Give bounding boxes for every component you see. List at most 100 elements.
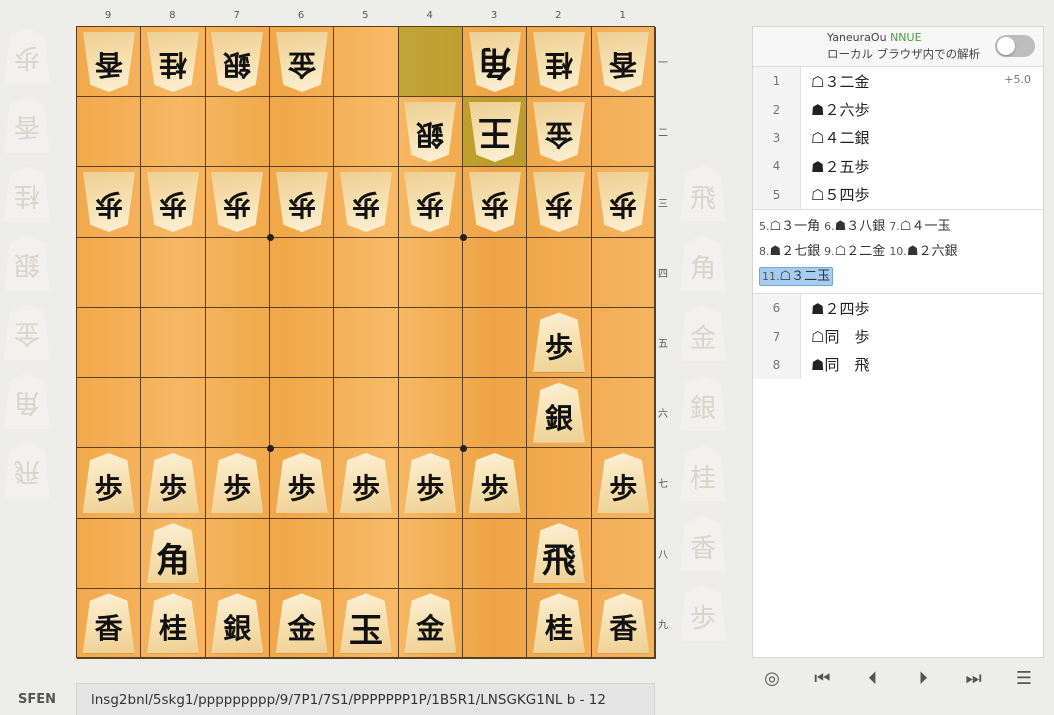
board-square[interactable] — [463, 588, 528, 659]
board-square[interactable]: 銀 — [527, 378, 592, 449]
board-square[interactable] — [141, 237, 206, 308]
board-square[interactable]: 銀 — [205, 588, 270, 659]
board-square[interactable] — [77, 518, 142, 589]
gote-piece[interactable]: 金 — [533, 102, 585, 162]
board-square[interactable]: 歩 — [334, 448, 399, 519]
board-square[interactable]: 角 — [141, 518, 206, 589]
board-square[interactable] — [141, 378, 206, 449]
board-square[interactable] — [334, 518, 399, 589]
board-square[interactable] — [77, 307, 142, 379]
board-square[interactable] — [463, 378, 528, 449]
board-square[interactable]: 金 — [270, 588, 335, 659]
board-square[interactable] — [205, 518, 270, 589]
sente-piece[interactable]: 銀 — [211, 593, 264, 654]
sente-piece[interactable]: 歩 — [597, 452, 650, 513]
sfen-input[interactable] — [76, 683, 655, 715]
variation-move[interactable]: 6.☗３八銀 — [824, 219, 885, 234]
gote-piece[interactable]: 桂 — [533, 32, 585, 92]
board-square[interactable]: 歩 — [463, 448, 528, 519]
board-square[interactable] — [334, 307, 399, 379]
board-square[interactable]: 歩 — [77, 167, 142, 238]
move-row[interactable]: 1 ☖３二金 +5.0 — [753, 67, 1043, 96]
variation-move[interactable]: 5.☖３一角 — [759, 219, 820, 234]
board-square[interactable] — [205, 237, 270, 308]
board-square[interactable]: 金 — [398, 588, 463, 659]
board-square[interactable] — [141, 97, 206, 168]
gote-piece[interactable]: 香 — [597, 32, 649, 92]
sente-piece[interactable]: 金 — [404, 593, 457, 654]
board-square[interactable] — [77, 378, 142, 449]
variation-move[interactable]: 7.☖４一玉 — [889, 219, 950, 234]
board-square[interactable]: 歩 — [527, 167, 592, 238]
sente-piece[interactable]: 桂 — [532, 593, 585, 654]
board-square[interactable]: 銀 — [398, 97, 463, 168]
sente-piece[interactable]: 香 — [597, 593, 650, 654]
engine-toggle[interactable] — [995, 35, 1035, 57]
board-square[interactable] — [398, 378, 463, 449]
move-row[interactable]: 3 ☖４二銀 — [753, 123, 1043, 153]
move-row[interactable]: 4 ☗２五歩 — [753, 152, 1043, 181]
first-move-icon[interactable]: ⏮ — [808, 664, 836, 692]
sente-piece[interactable]: 銀 — [532, 382, 585, 443]
board-square[interactable]: 歩 — [77, 448, 142, 519]
board-square[interactable] — [205, 378, 270, 449]
sente-piece[interactable]: 玉 — [339, 593, 392, 654]
gote-piece[interactable]: 歩 — [340, 172, 392, 232]
gote-piece[interactable]: 角 — [469, 32, 521, 92]
sente-piece[interactable]: 飛 — [532, 523, 585, 584]
gote-piece[interactable]: 王 — [469, 102, 521, 162]
board-square[interactable]: 歩 — [141, 448, 206, 519]
board-square[interactable] — [527, 237, 592, 308]
board-square[interactable] — [270, 237, 335, 308]
move-row[interactable]: 5 ☖５四歩 — [753, 180, 1043, 209]
board-square[interactable]: 歩 — [591, 167, 656, 238]
last-move-icon[interactable]: ⏭ — [960, 664, 988, 692]
gote-piece[interactable]: 歩 — [276, 172, 328, 232]
board-square[interactable] — [77, 97, 142, 168]
board-square[interactable] — [591, 237, 656, 308]
board-square[interactable]: 歩 — [270, 448, 335, 519]
sente-piece[interactable]: 歩 — [532, 312, 585, 373]
sente-piece[interactable]: 歩 — [146, 452, 199, 513]
board-square[interactable]: 香 — [77, 588, 142, 659]
sente-piece[interactable]: 金 — [275, 593, 328, 654]
board-square[interactable] — [205, 97, 270, 168]
board-square[interactable] — [270, 307, 335, 379]
sente-piece[interactable]: 角 — [146, 523, 199, 584]
next-move-icon[interactable]: ⏵ — [909, 664, 937, 692]
board-square[interactable]: 歩 — [205, 448, 270, 519]
gote-piece[interactable]: 香 — [83, 32, 135, 92]
gote-piece[interactable]: 銀 — [404, 102, 456, 162]
board-square[interactable] — [527, 448, 592, 519]
gote-piece[interactable]: 桂 — [147, 32, 199, 92]
board-square[interactable]: 角 — [463, 27, 528, 98]
board-square[interactable]: 銀 — [205, 27, 270, 98]
board-square[interactable]: 香 — [77, 27, 142, 98]
board-square[interactable]: 桂 — [141, 27, 206, 98]
board-square[interactable]: 香 — [591, 27, 656, 98]
board-square[interactable]: 歩 — [398, 167, 463, 238]
prev-move-icon[interactable]: ⏴ — [859, 664, 887, 692]
variation-move[interactable]: 11.☖３二玉 — [759, 266, 834, 286]
board-square[interactable]: 歩 — [463, 167, 528, 238]
gote-piece[interactable]: 金 — [276, 32, 328, 92]
board-square[interactable] — [591, 97, 656, 168]
move-row[interactable]: 2 ☗２六歩 — [753, 95, 1043, 124]
gote-piece[interactable]: 歩 — [533, 172, 585, 232]
menu-icon[interactable]: ☰ — [1010, 664, 1038, 692]
move-row[interactable]: 7 ☖同 歩 — [753, 322, 1043, 351]
move-row[interactable]: 8 ☗同 飛 — [753, 350, 1043, 380]
board-square[interactable] — [205, 307, 270, 379]
board-square[interactable]: 歩 — [334, 167, 399, 238]
board-square[interactable] — [334, 237, 399, 308]
gote-piece[interactable]: 歩 — [404, 172, 456, 232]
board-square[interactable] — [141, 307, 206, 379]
sente-piece[interactable]: 桂 — [146, 593, 199, 654]
board-square[interactable] — [334, 97, 399, 168]
board-square[interactable]: 王 — [463, 97, 528, 168]
board-square[interactable] — [270, 97, 335, 168]
board-square[interactable]: 歩 — [141, 167, 206, 238]
board-square[interactable] — [463, 518, 528, 589]
variation-move[interactable]: 8.☗２七銀 — [759, 244, 820, 259]
board-square[interactable]: 桂 — [527, 588, 592, 659]
